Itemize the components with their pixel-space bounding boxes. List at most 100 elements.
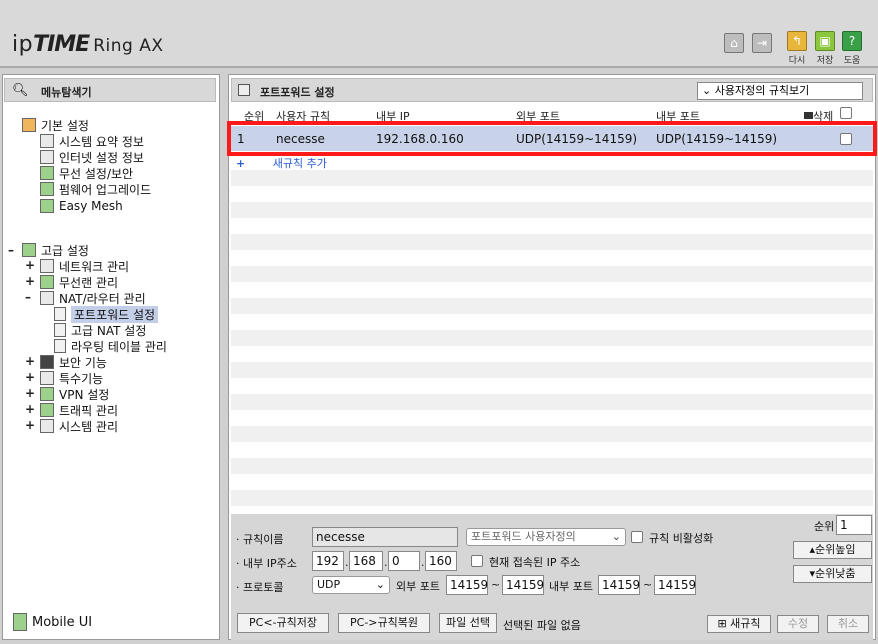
expand-icon[interactable]: + [25,370,35,384]
page-icon [54,339,66,353]
rule-edit-form: · 규칙이름 necesse 포트포워드 사용자정의 ⌄ 규칙 비활성화 · 내부… [231,514,873,640]
tilde: ~ [491,578,501,591]
order-up-button[interactable]: ▴순위높임 [793,541,872,559]
tree-item-firmware[interactable]: 펌웨어 업그레이드 [40,181,151,197]
tree-item-traffic[interactable]: 트래픽 관리 [40,402,118,418]
expand-icon[interactable]: + [25,402,35,416]
tree-basic-settings[interactable]: 기본 설정 [22,117,89,133]
tree-item-network[interactable]: 네트워크 관리 [40,258,129,274]
add-rule-label: 새규칙 추가 [272,157,327,170]
expand-icon[interactable]: + [25,274,35,288]
logo-time: TIME [33,32,90,57]
router-icon [40,291,54,305]
new-rule-label: 새규칙 [730,617,761,630]
mobile-ui-link[interactable]: Mobile UI [13,613,92,631]
rule-name-label-text: 규칙이름 [243,533,284,546]
select-all-checkbox[interactable] [840,107,852,119]
rule-table-body [231,122,873,512]
plus-box-icon: ⊞ [717,617,727,630]
tree-label: 기본 설정 [41,118,89,133]
page-icon [238,84,250,96]
ext-port-label: 외부 포트 [396,580,440,593]
expand-icon[interactable]: + [25,354,35,368]
new-rule-button[interactable]: ⊞ 새규칙 [707,615,771,633]
tree-label: 보안 기능 [59,355,107,370]
home-icon[interactable]: ⌂ [724,33,744,53]
tree-item-system-manage[interactable]: 시스템 관리 [40,418,118,434]
disable-rule-checkbox[interactable] [631,531,643,543]
ip-octet-2[interactable]: 168 [349,551,383,571]
ip-octet-4[interactable]: 160 [425,551,457,571]
order-input[interactable]: 1 [836,515,872,535]
preset-select[interactable]: 포트포워드 사용자정의 ⌄ [466,528,626,546]
tree-item-advanced-nat[interactable]: 고급 NAT 설정 [54,322,146,338]
tree-label: 고급 NAT 설정 [71,323,147,338]
undo-icon[interactable]: ↰ [787,31,807,51]
upgrade-icon [40,182,54,196]
tree-item-wireless-lan[interactable]: 무선랜 관리 [40,274,118,290]
expand-icon[interactable]: + [25,418,35,432]
ext-port-from-input[interactable]: 14159 [446,575,488,595]
highlight-box [227,121,877,156]
protocol-value: UDP [317,578,341,591]
logout-icon[interactable]: ⇥ [752,33,772,53]
rule-view-select[interactable]: ⌄ 사용자정의 규칙보기 [697,82,863,100]
pc-restore-rules-button[interactable]: PC->규칙복원 [338,613,430,633]
expand-icon[interactable]: + [25,386,35,400]
ext-port-to-input[interactable]: 14159 [502,575,544,595]
cancel-button[interactable]: 취소 [827,615,869,633]
tree-item-nat-router[interactable]: NAT/라우터 관리 [40,290,146,306]
page-icon [54,323,66,337]
menu-explorer-title: 메뉴탐색기 [41,86,92,99]
tree-label: 무선랜 관리 [59,275,119,290]
ip-octet-1[interactable]: 192 [312,551,344,571]
rule-name-input[interactable]: necesse [312,527,458,547]
tree-item-routing-table[interactable]: 라우팅 테이블 관리 [54,338,167,354]
int-port-to-input[interactable]: 14159 [654,575,696,595]
undo-label: 다시 [788,56,806,66]
iptime-logo: ipTIME Ring AX [12,32,163,57]
help-icon[interactable]: ? [842,31,862,51]
protocol-label: · 프로토콜 [236,581,284,594]
tree-label: 고급 설정 [41,243,89,258]
tree-item-internet-info[interactable]: 인터넷 설정 정보 [40,149,144,165]
add-rule-link[interactable]: + 새규칙 추가 [236,155,327,171]
pc-save-rules-button[interactable]: PC<-규칙저장 [237,613,329,633]
save-icon[interactable]: ▣ [815,31,835,51]
chevron-down-icon: ⌄ [702,84,712,97]
order-down-label: 순위낮춤 [815,567,856,580]
tree-item-wireless[interactable]: 무선 설정/보안 [40,165,133,181]
tree-item-easy-mesh[interactable]: Easy Mesh [40,198,123,214]
collapse-icon[interactable]: – [25,290,31,304]
tree-item-vpn[interactable]: VPN 설정 [40,386,109,402]
tree-item-system-summary[interactable]: 시스템 요약 정보 [40,133,144,149]
tree-item-port-forward[interactable]: 포트포워드 설정 [54,305,159,323]
ip-dot: . [345,556,349,569]
lock-icon [40,355,54,369]
tree-label: Easy Mesh [59,199,123,213]
tree-label: 라우팅 테이블 관리 [71,339,167,354]
tree-advanced-settings[interactable]: 고급 설정 [22,242,89,258]
tree-item-security[interactable]: 보안 기능 [40,354,107,370]
tree-label: 시스템 요약 정보 [59,134,144,149]
expand-icon[interactable]: + [25,258,35,272]
modify-button[interactable]: 수정 [777,615,819,633]
logo-model: Ring AX [93,36,164,56]
tree-label-selected: 포트포워드 설정 [71,305,159,323]
order-down-button[interactable]: ▾순위낮춤 [793,565,872,583]
int-port-from-input[interactable]: 14159 [598,575,640,595]
file-select-button[interactable]: 파일 선택 [439,613,497,633]
file-status: 선택된 파일 없음 [503,619,581,632]
preset-select-value: 포트포워드 사용자정의 [471,530,576,543]
page-title: 포트포워드 설정 [260,86,335,99]
tree-item-special[interactable]: 특수기능 [40,370,103,386]
ip-label: · 내부 IP주소 [236,557,297,570]
order-up-label: 순위높임 [815,543,856,556]
folder-plus-icon [22,243,36,257]
ip-octet-3[interactable]: 0 [388,551,420,571]
bar-chart-icon [40,419,54,433]
protocol-select[interactable]: UDP ⌄ [312,576,390,594]
collapse-icon[interactable]: – [8,243,14,257]
protocol-label-text: 프로토콜 [243,581,284,594]
current-ip-checkbox[interactable] [471,555,483,567]
